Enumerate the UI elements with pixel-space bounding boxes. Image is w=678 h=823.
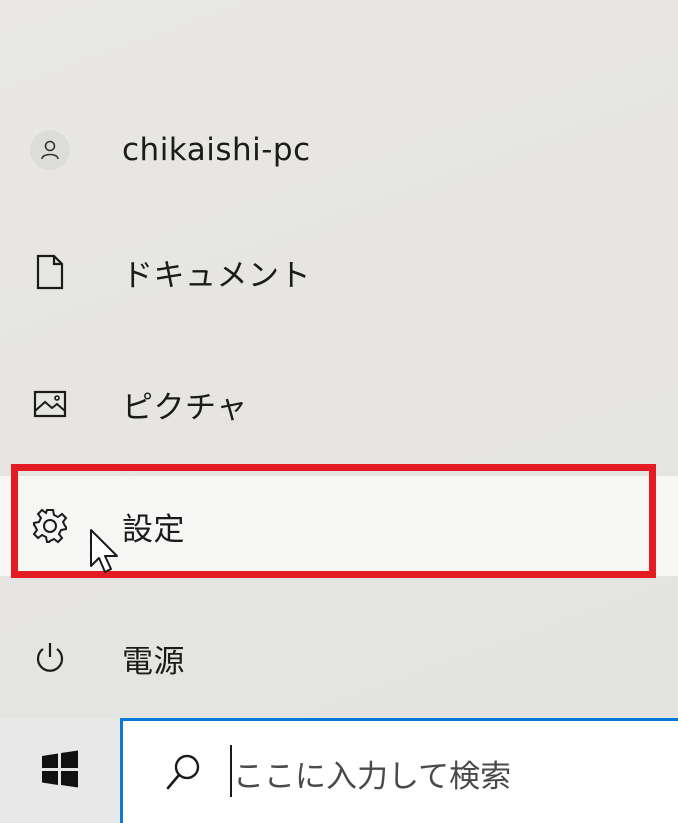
power-label: 電源 xyxy=(122,643,185,680)
user-icon xyxy=(30,130,70,170)
search-icon xyxy=(166,754,200,790)
gear-icon xyxy=(30,506,70,546)
windows-logo-icon xyxy=(41,750,79,792)
documents-label: ドキュメント xyxy=(122,257,311,294)
picture-icon xyxy=(30,384,70,424)
text-caret xyxy=(230,745,232,797)
pictures-button[interactable]: ピクチャ xyxy=(0,354,678,454)
search-box[interactable]: ここに入力して検索 xyxy=(120,718,678,823)
start-menu: chikaishi-pc ドキュメント ピクチャ 設定 電源 xyxy=(0,0,678,718)
power-icon xyxy=(30,638,70,678)
start-button[interactable] xyxy=(0,718,120,823)
settings-button[interactable]: 設定 xyxy=(0,476,678,576)
settings-label: 設定 xyxy=(122,511,185,548)
power-button[interactable]: 電源 xyxy=(0,608,678,708)
pictures-label: ピクチャ xyxy=(122,389,248,426)
user-name-label: chikaishi-pc xyxy=(122,132,311,168)
taskbar: ここに入力して検索 xyxy=(0,718,678,823)
document-icon xyxy=(30,252,70,292)
documents-button[interactable]: ドキュメント xyxy=(0,222,678,322)
search-placeholder: ここに入力して検索 xyxy=(233,759,512,795)
user-account-button[interactable]: chikaishi-pc xyxy=(0,100,678,200)
